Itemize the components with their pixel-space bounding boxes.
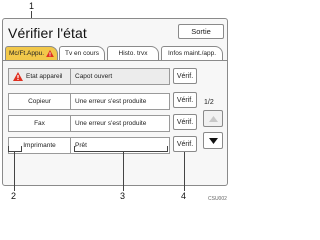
check-button[interactable]: Vérif. [173,68,197,84]
exit-button[interactable]: Sortie [178,24,224,39]
tab-machine-status-label: Mc/Ft.Appu. [8,50,45,57]
callout-4: 4 [181,191,187,201]
page-indicator: 1/2 [204,99,214,106]
callout-2-tick [21,146,22,152]
status-text: Une erreur s'est produite [75,120,147,127]
warning-icon [13,72,23,81]
scroll-down-button[interactable] [203,132,223,149]
tab-current-jobs[interactable]: Tv en cours [59,46,105,60]
table-row: Copieur Une erreur s'est produite [8,93,170,110]
arrow-up-icon [208,115,218,122]
status-text: Capot ouvert [75,73,113,80]
page-title: Vérifier l'état [8,25,87,41]
check-button[interactable]: Vérif. [173,92,197,108]
device-label: Etat appareil [26,73,63,80]
device-cell: Etat appareil [9,69,71,84]
callout-1: 1 [29,1,35,11]
device-label: Fax [9,116,71,131]
tab-maintenance-info[interactable]: Infos maint./app. [161,46,223,60]
tab-machine-status[interactable]: Mc/Ft.Appu. [5,46,58,60]
tab-job-history[interactable]: Histo. trvx [107,46,159,60]
callout-2-leader [14,151,15,191]
status-screen: Vérifier l'état Sortie Mc/Ft.Appu. Tv en… [2,18,228,186]
tab-divider [3,60,227,61]
table-row: Etat appareil Capot ouvert [8,68,170,85]
callout-3: 3 [120,191,126,201]
callout-3-tick [167,146,168,152]
callout-2: 2 [11,191,17,201]
callout-2-tick [8,146,9,152]
callout-3-leader [123,151,124,191]
callout-3-tick [74,146,75,152]
callout-2-bracket [8,151,22,152]
figure-code: CSU002 [208,196,227,202]
warning-icon [46,50,54,57]
device-label: Copieur [9,94,71,109]
table-row: Fax Une erreur s'est produite [8,115,170,132]
scroll-up-button[interactable] [203,110,223,127]
status-text: Une erreur s'est produite [75,98,147,105]
check-button[interactable]: Vérif. [173,136,197,152]
check-button[interactable]: Vérif. [173,114,197,130]
arrow-down-icon [208,137,218,144]
callout-4-leader [184,152,185,191]
callout-3-bracket [74,151,168,152]
